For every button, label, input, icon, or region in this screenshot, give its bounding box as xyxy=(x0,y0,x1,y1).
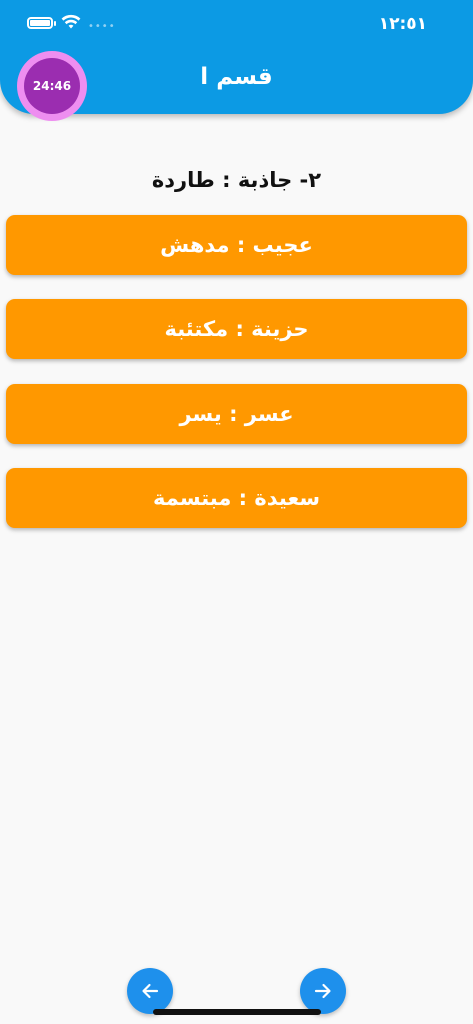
answer-option-4[interactable]: سعيدة : مبتسمة xyxy=(6,468,467,528)
arrow-right-icon xyxy=(314,983,331,999)
answer-option-2[interactable]: حزينة : مكتئبة xyxy=(6,299,467,359)
next-button[interactable] xyxy=(300,968,346,1014)
answer-option-3[interactable]: عسر : يسر xyxy=(6,384,467,444)
previous-button[interactable] xyxy=(127,968,173,1014)
arrow-left-icon xyxy=(142,983,159,999)
timer-badge: 24:46 xyxy=(24,58,80,114)
home-indicator xyxy=(153,1009,321,1015)
status-bar: •••• ١٢:٥١ xyxy=(0,0,473,50)
wifi-icon xyxy=(61,14,81,29)
timer-ring: 24:46 xyxy=(17,51,87,121)
signal-dots: •••• xyxy=(88,21,116,32)
answer-option-1[interactable]: عجيب : مدهش xyxy=(6,215,467,275)
status-time: ١٢:٥١ xyxy=(378,14,427,34)
question-text: ٢- جاذبة : طاردة xyxy=(151,168,322,192)
battery-icon xyxy=(27,17,56,29)
